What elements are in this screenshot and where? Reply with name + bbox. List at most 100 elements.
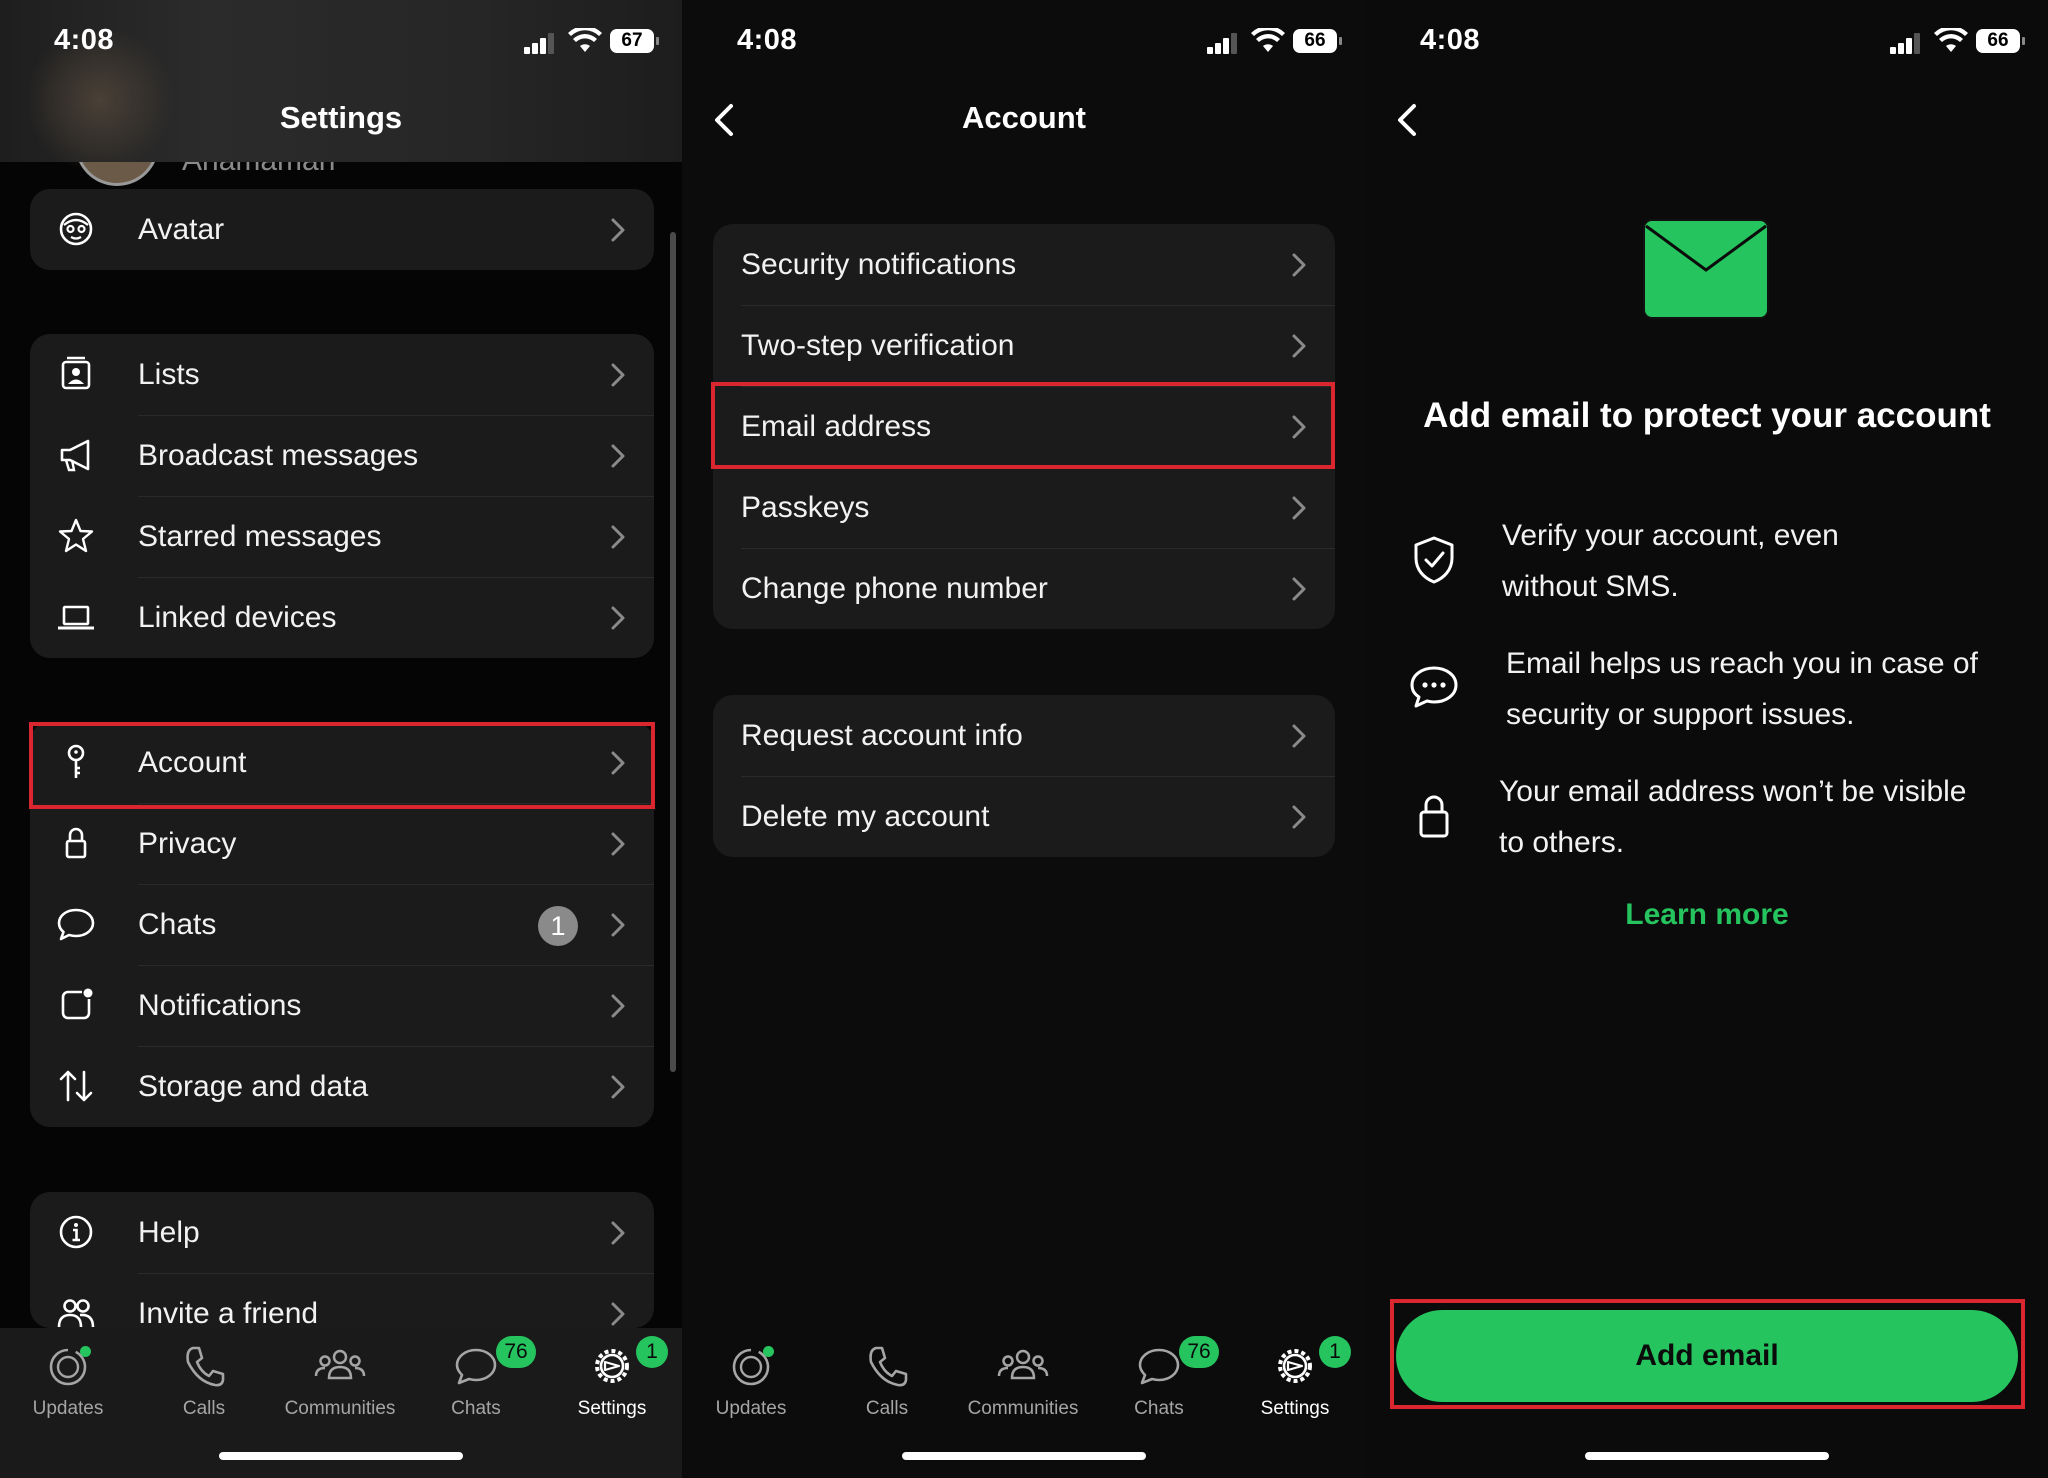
- home-indicator: [219, 1452, 463, 1460]
- chevron-right-icon: [611, 363, 625, 387]
- megaphone-icon: [60, 439, 90, 472]
- chevron-right-icon: [1292, 724, 1306, 748]
- tab-settings[interactable]: 1 Settings: [544, 1336, 680, 1420]
- settings-group-tools: Lists Broadcast messages Starred message…: [30, 334, 654, 658]
- tab-label: Chats: [1134, 1398, 1184, 1419]
- scrollbar[interactable]: [670, 232, 676, 1072]
- chevron-right-icon: [611, 832, 625, 856]
- chevron-right-icon: [1292, 577, 1306, 601]
- star-icon: [58, 518, 94, 553]
- back-chevron-icon[interactable]: [1388, 100, 1428, 140]
- laptop-icon: [58, 605, 94, 630]
- tab-label: Calls: [182, 1398, 226, 1419]
- phone-icon: [186, 1346, 225, 1387]
- tab-settings[interactable]: 1 Settings: [1227, 1336, 1363, 1420]
- settings-item-storage[interactable]: Storage and data: [30, 1046, 654, 1127]
- chevron-right-icon: [611, 994, 625, 1018]
- chats-badge: 76: [496, 1336, 536, 1368]
- settings-item-help[interactable]: Help: [30, 1192, 654, 1273]
- tab-updates[interactable]: Updates: [0, 1340, 136, 1420]
- battery-indicator: 67: [610, 29, 659, 53]
- chevron-right-icon: [611, 444, 625, 468]
- settings-item-linked-devices[interactable]: Linked devices: [30, 577, 654, 658]
- battery-indicator: 66: [1293, 29, 1342, 53]
- settings-item-label: Broadcast messages: [138, 438, 419, 472]
- settings-item-label: Privacy: [138, 826, 237, 860]
- tab-chats[interactable]: 76 Chats: [1091, 1336, 1227, 1420]
- feature-line: Your email address won’t be visible: [1499, 775, 1967, 808]
- feature-text: Verify your account, even without SMS.: [1502, 510, 2008, 612]
- account-item-passkeys[interactable]: Passkeys: [713, 467, 1335, 548]
- settings-item-label: Lists: [138, 357, 200, 391]
- page-title: Settings: [279, 100, 403, 135]
- account-item-label: Change phone number: [741, 571, 1048, 605]
- account-item-two-step[interactable]: Two-step verification: [713, 305, 1335, 386]
- highlight-account: [29, 722, 655, 809]
- profile-avatar: [75, 162, 159, 186]
- lock-icon: [65, 827, 87, 859]
- phone-icon: [869, 1346, 908, 1387]
- profile-row-partial[interactable]: Anamaman: [30, 162, 652, 186]
- communities-icon: [314, 1349, 366, 1380]
- settings-screen: Anamaman 4:08 67 Settings Avatar Lists B…: [0, 0, 682, 1478]
- account-item-label: Passkeys: [741, 490, 870, 524]
- chats-icon: [455, 1348, 497, 1385]
- avatar-icon: [59, 212, 93, 246]
- settings-item-broadcast[interactable]: Broadcast messages: [30, 415, 654, 496]
- battery-indicator: 66: [1976, 29, 2025, 53]
- account-item-change-number[interactable]: Change phone number: [713, 548, 1335, 629]
- home-indicator: [902, 1452, 1146, 1460]
- settings-item-chats[interactable]: Chats 1: [30, 884, 654, 965]
- tab-chats[interactable]: 76 Chats: [408, 1336, 544, 1420]
- chevron-right-icon: [611, 218, 625, 242]
- cellular-signal-icon: [1890, 32, 1922, 54]
- settings-item-privacy[interactable]: Privacy: [30, 803, 654, 884]
- settings-item-label: Avatar: [138, 212, 225, 246]
- tab-calls[interactable]: Calls: [136, 1340, 272, 1420]
- unread-badge: 1: [538, 906, 578, 946]
- tab-communities[interactable]: Communities: [955, 1340, 1091, 1420]
- account-item-delete[interactable]: Delete my account: [713, 776, 1335, 857]
- settings-item-avatar[interactable]: Avatar: [30, 189, 654, 270]
- tab-label: Updates: [715, 1398, 787, 1419]
- status-time: 4:08: [1420, 24, 1481, 56]
- shield-check-icon: [1414, 536, 1454, 584]
- feature-line: without SMS.: [1502, 570, 1679, 603]
- feature-text: Your email address won’t be visible to ot…: [1499, 766, 2008, 868]
- settings-item-notifications[interactable]: Notifications: [30, 965, 654, 1046]
- settings-item-lists[interactable]: Lists: [30, 334, 654, 415]
- settings-gear-icon: [595, 1349, 629, 1383]
- profile-name: Anamaman: [182, 162, 335, 178]
- chevron-right-icon: [611, 913, 625, 937]
- tab-updates[interactable]: Updates: [683, 1340, 819, 1420]
- tab-label: Chats: [451, 1398, 501, 1419]
- account-item-label: Security notifications: [741, 247, 1017, 281]
- feature-text: Email helps us reach you in case of secur…: [1506, 638, 2008, 740]
- tab-label: Communities: [284, 1398, 396, 1419]
- chevron-right-icon: [611, 606, 625, 630]
- email-heading: Add email to protect your account: [1423, 396, 1991, 435]
- tab-communities[interactable]: Communities: [272, 1340, 408, 1420]
- account-item-security-notifications[interactable]: Security notifications: [713, 224, 1335, 305]
- status-time: 4:08: [737, 24, 798, 56]
- tab-label: Calls: [865, 1398, 909, 1419]
- settings-group-avatar: Avatar: [30, 189, 654, 270]
- info-icon: [59, 1215, 93, 1249]
- learn-more-link[interactable]: Learn more: [1366, 898, 2048, 932]
- status-bar: 4:08 66: [1366, 0, 2048, 82]
- feature-line: Email helps us reach you in case of: [1506, 647, 1978, 680]
- feature-line: Verify your account, even: [1502, 519, 1839, 552]
- chevron-right-icon: [1292, 805, 1306, 829]
- chat-bubble-icon: [57, 908, 95, 941]
- settings-item-starred[interactable]: Starred messages: [30, 496, 654, 577]
- settings-item-label: Linked devices: [138, 600, 337, 634]
- settings-item-invite[interactable]: Invite a friend: [30, 1273, 654, 1328]
- feature-verify: Verify your account, even without SMS.: [1366, 510, 2048, 620]
- updates-dot: [80, 1346, 91, 1357]
- people-icon: [57, 1299, 95, 1328]
- status-bar: 4:08 66: [683, 0, 1365, 82]
- settings-badge: 1: [1319, 1336, 1351, 1368]
- tab-calls[interactable]: Calls: [819, 1340, 955, 1420]
- highlight-email-address: [711, 382, 1335, 469]
- account-item-request-info[interactable]: Request account info: [713, 695, 1335, 776]
